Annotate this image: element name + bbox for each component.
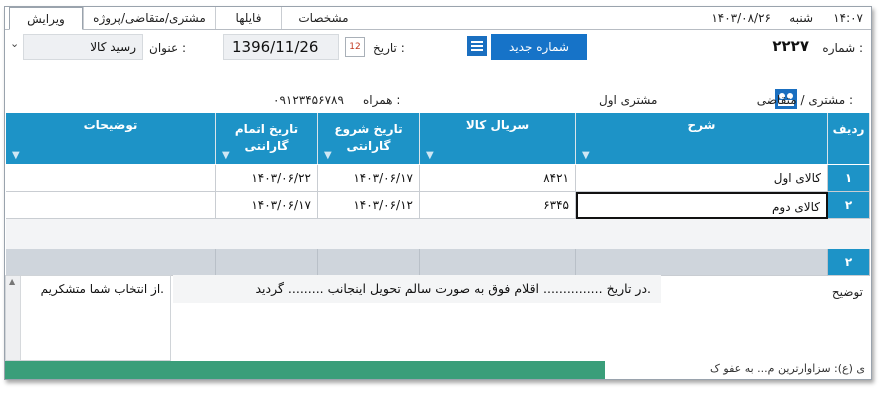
description-text: در تاریخ ............... اقلام فوق به صو… xyxy=(255,281,651,296)
title-select[interactable]: رسید کالا xyxy=(23,34,143,60)
date-field[interactable]: 1396/11/26 xyxy=(223,34,339,60)
cell-notes[interactable] xyxy=(6,192,216,219)
day-text: شنبه xyxy=(789,11,813,25)
bottom-banner: ی (ع): سزاوارترین م... به عفو ک xyxy=(5,361,871,379)
col-header-notes[interactable]: توضیحات ▼ xyxy=(6,113,216,164)
mobile-value[interactable]: ۰۹۱۲۳۴۵۶۷۸۹ xyxy=(273,93,344,107)
grid-empty-area xyxy=(6,219,870,249)
col-header-start[interactable]: تاریخ شروع گارانتی ▼ xyxy=(318,113,420,164)
title-label: عنوان : xyxy=(149,41,186,55)
filter-icon: ▼ xyxy=(582,150,590,161)
filter-icon: ▼ xyxy=(12,150,20,161)
description-label: توضیح xyxy=(831,285,863,299)
list-icon[interactable] xyxy=(467,36,487,56)
number-field[interactable]: ۲۲۲۷ xyxy=(591,34,813,60)
summary-cell xyxy=(318,249,420,276)
banner-snippet: ی (ع): سزاوارترین م... به عفو ک xyxy=(710,362,865,375)
date-value: 1396/11/26 xyxy=(232,38,319,56)
tab-specs[interactable]: مشخصات xyxy=(281,7,365,29)
filter-icon: ▼ xyxy=(222,150,230,161)
summary-cell xyxy=(6,249,216,276)
col-header-end[interactable]: تاریخ اتمام گارانتی ▼ xyxy=(216,113,318,164)
closing-textarea[interactable]: ▲ از انتخاب شما متشکریم. xyxy=(5,275,171,361)
col-header-serial[interactable]: سریال کالا ▼ xyxy=(420,113,576,164)
description-field[interactable]: در تاریخ ............... اقلام فوق به صو… xyxy=(173,275,661,303)
closing-text: از انتخاب شما متشکریم. xyxy=(40,282,164,296)
cell-desc[interactable]: کالای دوم xyxy=(576,192,828,219)
mobile-label: همراه : xyxy=(363,93,401,107)
summary-cell xyxy=(576,249,828,276)
cell-end[interactable]: ۱۴۰۳/۰۶/۲۲ xyxy=(216,165,318,192)
number-label: شماره : xyxy=(822,41,863,55)
col-header-row[interactable]: ردیف xyxy=(828,113,870,164)
chevron-down-icon[interactable]: ⌄ xyxy=(10,37,19,50)
filter-icon: ▼ xyxy=(324,150,332,161)
scrollbar[interactable]: ▲ xyxy=(6,276,21,360)
summary-cell xyxy=(420,249,576,276)
title-value: رسید کالا xyxy=(90,40,136,54)
cell-start[interactable]: ۱۴۰۳/۰۶/۱۷ xyxy=(318,165,420,192)
cell-end[interactable]: ۱۴۰۳/۰۶/۱۷ xyxy=(216,192,318,219)
app-window: ۱۴:۰۷ شنبه ۱۴۰۳/۰۸/۲۶ مشخصات فایلها مشتر… xyxy=(4,6,872,380)
cell-serial[interactable]: ۸۴۲۱ xyxy=(420,165,576,192)
row-number: ۱ xyxy=(828,165,870,192)
col-header-desc[interactable]: شرح ▼ xyxy=(576,113,828,164)
tab-files[interactable]: فایلها xyxy=(215,7,281,29)
customer-label: مشتری / متقاضی : xyxy=(756,93,853,107)
table-row[interactable]: ۲ کالای دوم ۶۳۴۵ ۱۴۰۳/۰۶/۱۲ ۱۴۰۳/۰۶/۱۷ xyxy=(6,192,870,219)
filter-icon: ▼ xyxy=(426,150,434,161)
scroll-up-icon[interactable]: ▲ xyxy=(9,277,15,286)
banner-image xyxy=(5,361,605,379)
table-row[interactable]: ۱ کالای اول ۸۴۲۱ ۱۴۰۳/۰۶/۱۷ ۱۴۰۳/۰۶/۲۲ xyxy=(6,165,870,192)
customer-value[interactable]: مشتری اول xyxy=(599,93,657,107)
number-value: ۲۲۲۷ xyxy=(772,37,809,55)
new-number-button[interactable]: شماره جدید xyxy=(491,34,587,60)
summary-cell xyxy=(216,249,318,276)
cell-serial[interactable]: ۶۳۴۵ xyxy=(420,192,576,219)
cell-desc[interactable]: کالای اول xyxy=(576,165,828,192)
row-number: ۲ xyxy=(828,192,870,219)
tab-customer[interactable]: مشتری/متقاضی/پروژه xyxy=(83,7,215,29)
cell-start[interactable]: ۱۴۰۳/۰۶/۱۲ xyxy=(318,192,420,219)
summary-row: ۲ xyxy=(6,249,870,276)
calendar-icon[interactable]: 12 xyxy=(345,37,365,57)
date-text: ۱۴۰۳/۰۸/۲۶ xyxy=(711,11,771,25)
tab-edit[interactable]: ویرایش xyxy=(9,7,83,30)
time-text: ۱۴:۰۷ xyxy=(833,11,863,25)
cell-notes[interactable] xyxy=(6,165,216,192)
summary-count: ۲ xyxy=(828,249,870,276)
top-bar: ۱۴:۰۷ شنبه ۱۴۰۳/۰۸/۲۶ مشخصات فایلها مشتر… xyxy=(5,7,871,30)
date-label: تاریخ : xyxy=(373,41,405,55)
